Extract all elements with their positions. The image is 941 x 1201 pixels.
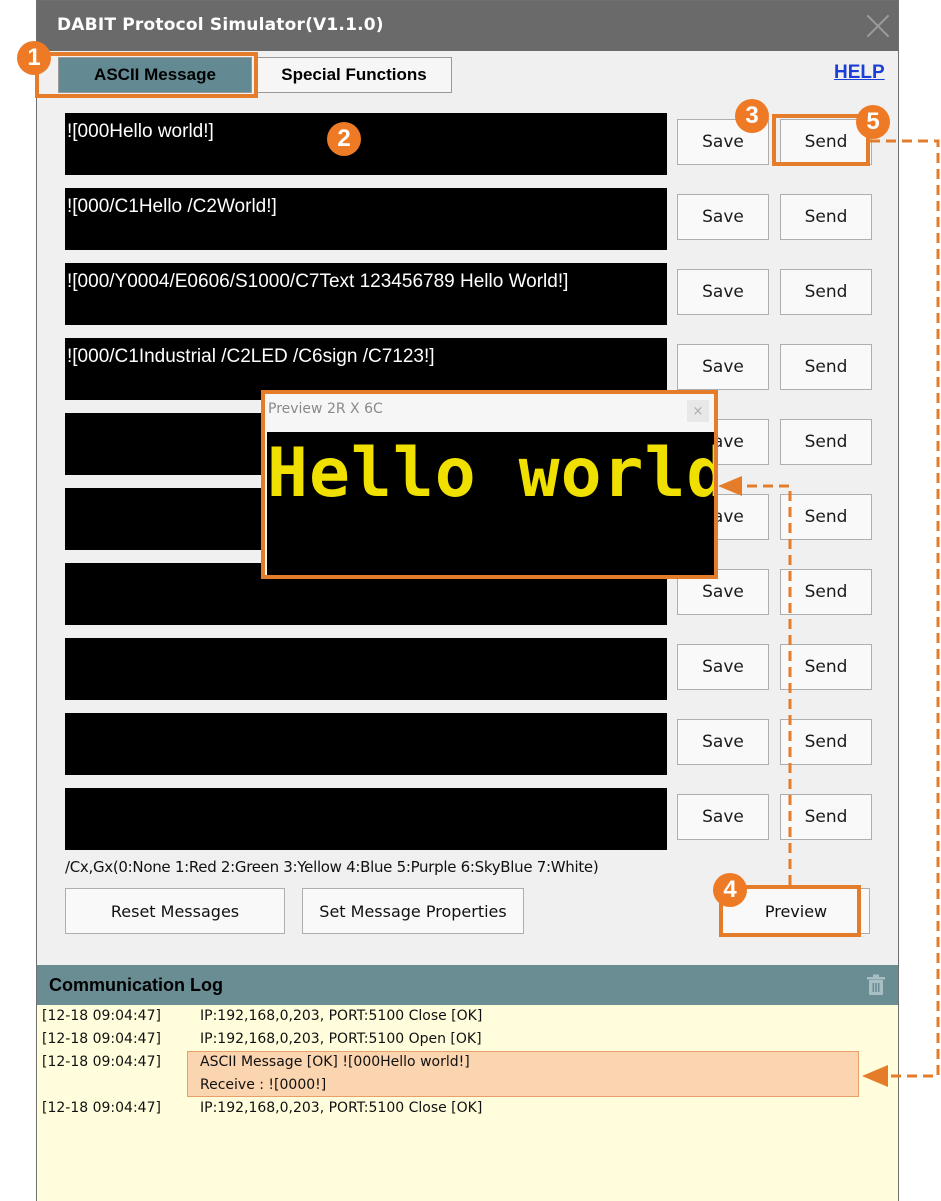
reset-messages-button[interactable]: Reset Messages <box>65 888 285 934</box>
color-code-hint: /Cx,Gx(0:None 1:Red 2:Green 3:Yellow 4:B… <box>65 858 599 876</box>
save-button-3[interactable]: Save <box>677 269 769 315</box>
save-button-4[interactable]: Save <box>677 344 769 390</box>
send-button-5[interactable]: Send <box>780 419 872 465</box>
save-button-2[interactable]: Save <box>677 194 769 240</box>
send-button-2[interactable]: Send <box>780 194 872 240</box>
send-button-6[interactable]: Send <box>780 494 872 540</box>
send-button-4[interactable]: Send <box>780 344 872 390</box>
help-link[interactable]: HELP <box>834 62 885 84</box>
send-button-8[interactable]: Send <box>780 644 872 690</box>
window-title: DABIT Protocol Simulator(V1.1.0) <box>57 15 384 35</box>
log-message: IP:192,168,0,203, PORT:5100 Open [OK] <box>200 1031 482 1047</box>
log-message: Receive : ![0000!] <box>200 1077 327 1093</box>
log-message: IP:192,168,0,203, PORT:5100 Close [OK] <box>200 1100 483 1116</box>
title-bar: DABIT Protocol Simulator(V1.1.0) <box>37 1 898 51</box>
tab-special-functions[interactable]: Special Functions <box>256 57 452 93</box>
save-button-9[interactable]: Save <box>677 719 769 765</box>
save-button-10[interactable]: Save <box>677 794 769 840</box>
log-timestamp: [12-18 09:04:47] <box>42 1031 161 1047</box>
send-button-10[interactable]: Send <box>780 794 872 840</box>
log-message: ASCII Message [OK] ![000Hello world!] <box>200 1054 470 1070</box>
send-button-3[interactable]: Send <box>780 269 872 315</box>
log-title: Communication Log <box>49 975 223 995</box>
step-badge-3: 3 <box>735 99 769 133</box>
log-message: IP:192,168,0,203, PORT:5100 Close [OK] <box>200 1008 483 1024</box>
log-header: Communication Log <box>37 965 898 1005</box>
message-input-1[interactable]: ![000Hello world!] <box>65 113 667 175</box>
message-input-10[interactable] <box>65 788 667 850</box>
highlight-tab <box>35 52 258 98</box>
message-input-8[interactable] <box>65 638 667 700</box>
step-badge-1: 1 <box>17 41 51 75</box>
set-message-properties-button[interactable]: Set Message Properties <box>302 888 524 934</box>
message-input-9[interactable] <box>65 713 667 775</box>
log-timestamp: [12-18 09:04:47] <box>42 1008 161 1024</box>
step-badge-4: 4 <box>713 873 747 907</box>
highlight-preview-window <box>261 390 718 579</box>
message-input-3[interactable]: ![000/Y0004/E0606/S1000/C7Text 123456789… <box>65 263 667 325</box>
step-badge-2: 2 <box>327 122 361 156</box>
close-icon[interactable] <box>866 14 890 38</box>
save-button-8[interactable]: Save <box>677 644 769 690</box>
step-badge-5: 5 <box>856 105 890 139</box>
log-timestamp: [12-18 09:04:47] <box>42 1100 161 1116</box>
send-button-9[interactable]: Send <box>780 719 872 765</box>
trash-icon[interactable] <box>866 974 886 996</box>
message-input-2[interactable]: ![000/C1Hello /C2World!] <box>65 188 667 250</box>
communication-log: [12-18 09:04:47] IP:192,168,0,203, PORT:5… <box>37 1005 898 1201</box>
log-timestamp: [12-18 09:04:47] <box>42 1054 161 1070</box>
simulator-window: DABIT Protocol Simulator(V1.1.0) ASCII M… <box>36 0 899 1201</box>
send-button-7[interactable]: Send <box>780 569 872 615</box>
